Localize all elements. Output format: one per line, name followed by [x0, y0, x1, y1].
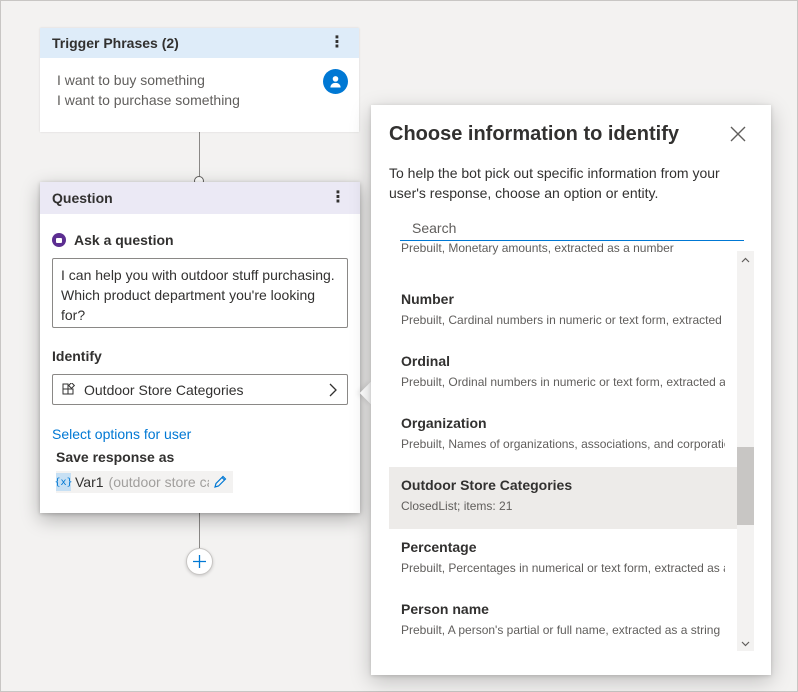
variable-icon: {x}: [54, 473, 73, 491]
scroll-down-arrow-icon[interactable]: [741, 639, 750, 648]
list-item-title: Ordinal: [401, 353, 451, 369]
choose-information-panel: Choose information to identify To help t…: [371, 105, 771, 675]
list-item-partial[interactable]: Prebuilt, Monetary amounts, extracted as…: [389, 241, 737, 271]
chat-bubble-icon: [52, 233, 66, 247]
add-node-button[interactable]: [186, 548, 213, 575]
list-item-person-name[interactable]: Person name Prebuilt, A person's partial…: [389, 591, 737, 651]
list-item-title: Number: [401, 291, 454, 307]
question-card[interactable]: Question ⋮ Ask a question I can help you…: [40, 182, 360, 513]
more-options-icon[interactable]: ⋮: [328, 190, 348, 206]
list-item-title: Person name: [401, 601, 489, 617]
list-item-organization[interactable]: Organization Prebuilt, Names of organiza…: [389, 405, 737, 467]
list-item-title: Organization: [401, 415, 487, 431]
search-input[interactable]: [400, 215, 744, 241]
trigger-card-title: Trigger Phrases (2): [52, 35, 179, 51]
panel-description: To help the bot pick out specific inform…: [389, 165, 720, 201]
trigger-phrase: I want to purchase something: [57, 92, 240, 108]
list-item-outdoor-store-categories[interactable]: Outdoor Store Categories ClosedList; ite…: [389, 467, 737, 529]
list-item-desc: Prebuilt, A person's partial or full nam…: [401, 623, 721, 637]
list-item-ordinal[interactable]: Ordinal Prebuilt, Ordinal numbers in num…: [389, 343, 737, 405]
entity-value: Outdoor Store Categories: [84, 381, 244, 398]
list-item-desc: Prebuilt, Monetary amounts, extracted as…: [401, 241, 674, 255]
list-item-number[interactable]: Number Prebuilt, Cardinal numbers in num…: [389, 281, 737, 343]
scrollbar-thumb[interactable]: [737, 447, 754, 525]
list-item-percentage[interactable]: Percentage Prebuilt, Percentages in nume…: [389, 529, 737, 591]
list-item-title: Percentage: [401, 539, 477, 555]
ask-question-row: Ask a question: [52, 232, 348, 248]
edit-pencil-icon[interactable]: [213, 475, 227, 489]
question-message-input[interactable]: I can help you with outdoor stuff purcha…: [52, 258, 348, 328]
entity-grid-icon: [62, 382, 76, 394]
plus-icon: [193, 555, 206, 568]
list-scrollbar[interactable]: [737, 251, 754, 651]
trigger-card-header: Trigger Phrases (2) ⋮: [40, 28, 359, 58]
chevron-right-icon: [329, 383, 337, 396]
canvas: { "trigger": { "title": "Trigger Phrases…: [0, 0, 798, 692]
variable-name: Var1: [75, 474, 104, 490]
ask-question-label: Ask a question: [74, 232, 174, 248]
question-card-header: Question ⋮: [40, 182, 360, 214]
panel-title: Choose information to identify: [389, 123, 679, 145]
list-item-desc: Prebuilt, Ordinal numbers in numeric or …: [401, 375, 725, 389]
identify-entity-selector[interactable]: Outdoor Store Categories: [52, 374, 348, 405]
list-item-title: Outdoor Store Categories: [401, 477, 573, 493]
more-options-icon[interactable]: ⋮: [327, 35, 347, 51]
scroll-up-arrow-icon[interactable]: [741, 256, 750, 265]
entity-list: Prebuilt, Monetary amounts, extracted as…: [389, 241, 737, 651]
variable-type-hint: (outdoor store categories): [108, 474, 209, 490]
trigger-phrases-card[interactable]: Trigger Phrases (2) ⋮ I want to buy some…: [40, 28, 359, 132]
question-card-title: Question: [52, 190, 113, 206]
user-avatar-icon: [323, 69, 348, 94]
connector-line: [199, 132, 200, 177]
save-response-label: Save response as: [56, 449, 175, 465]
connector-line: [199, 513, 200, 548]
trigger-phrases-list: I want to buy something I want to purcha…: [40, 58, 359, 122]
identify-label: Identify: [52, 348, 102, 364]
list-item-desc: Prebuilt, Cardinal numbers in numeric or…: [401, 313, 725, 327]
save-variable-chip[interactable]: {x} Var1 (outdoor store categories): [54, 471, 233, 493]
list-item-desc: Prebuilt, Percentages in numerical or te…: [401, 561, 725, 575]
list-item-desc: ClosedList; items: 21: [401, 499, 513, 513]
list-item-desc: Prebuilt, Names of organizations, associ…: [401, 437, 725, 451]
trigger-phrase: I want to buy something: [57, 72, 205, 88]
select-options-link[interactable]: Select options for user: [52, 426, 348, 442]
close-icon[interactable]: [729, 125, 747, 143]
